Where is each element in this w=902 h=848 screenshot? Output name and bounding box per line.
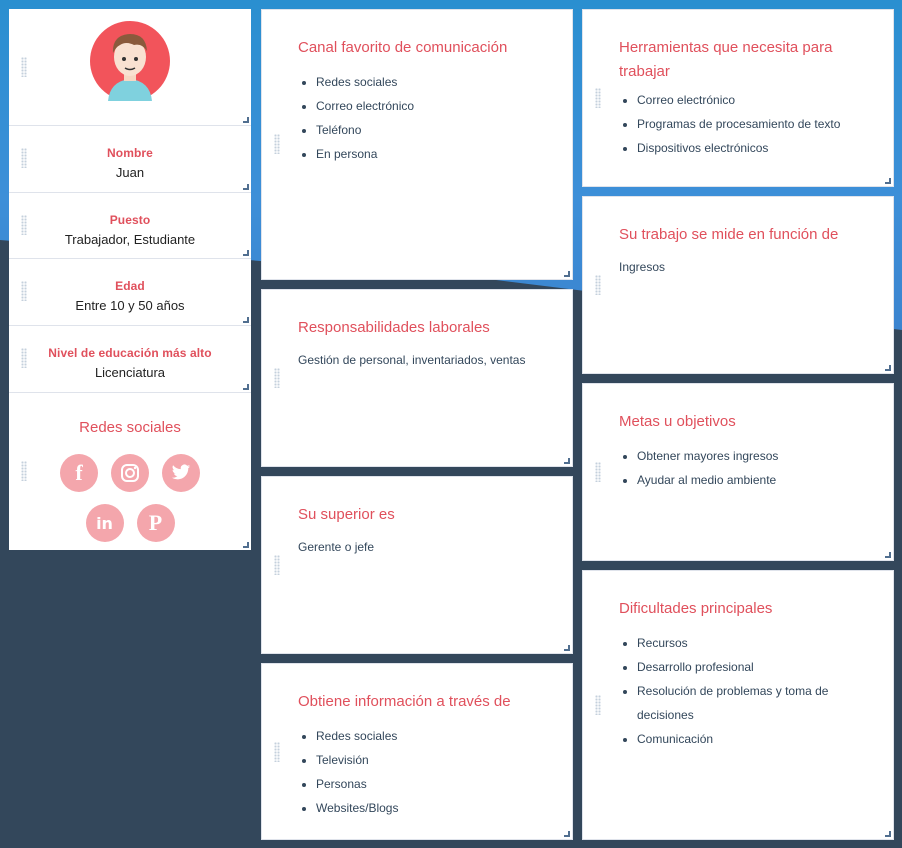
field-label: Nivel de educación más alto	[48, 346, 212, 360]
card-herramientas[interactable]: Herramientas que necesita para trabajar …	[582, 9, 894, 187]
resize-handle-icon[interactable]	[564, 831, 570, 837]
avatar	[90, 21, 170, 101]
field-label: Puesto	[109, 213, 151, 227]
list-item: Recursos	[637, 631, 863, 655]
list-item: Redes sociales	[316, 70, 572, 94]
resize-handle-icon[interactable]	[564, 645, 570, 651]
card-text: Gerente o jefe	[298, 540, 375, 554]
list-item: Programas de procesamiento de texto	[637, 112, 893, 136]
card-title: Dificultades principales	[619, 600, 773, 617]
card-title: Herramientas que necesita para trabajar	[619, 39, 833, 80]
resize-handle-icon[interactable]	[885, 831, 891, 837]
field-label: Edad	[115, 279, 145, 293]
field-value: Trabajador, Estudiante	[64, 232, 196, 247]
list-item: Redes sociales	[316, 724, 572, 748]
social-title: Redes sociales	[79, 419, 181, 436]
resize-handle-icon[interactable]	[243, 384, 249, 390]
resize-handle-icon[interactable]	[885, 552, 891, 558]
list-item: Obtener mayores ingresos	[637, 444, 893, 468]
drag-handle-icon[interactable]	[595, 462, 601, 482]
resize-handle-icon[interactable]	[243, 250, 249, 256]
avatar-cell[interactable]	[9, 9, 251, 126]
field-educacion[interactable]: Nivel de educación más alto Licenciatura	[9, 326, 251, 393]
card-title: Metas u objetivos	[619, 413, 736, 430]
list-item: Televisión	[316, 748, 572, 772]
card-title: Responsabilidades laborales	[298, 319, 490, 336]
card-informacion[interactable]: Obtiene información a través de Redes so…	[261, 663, 573, 840]
card-title: Su superior es	[298, 506, 395, 523]
linkedin-icon[interactable]: in	[85, 504, 124, 542]
drag-handle-icon[interactable]	[274, 742, 280, 762]
list-item: Resolución de problemas y toma de decisi…	[637, 679, 863, 727]
card-medicion[interactable]: Su trabajo se mide en función de Ingreso…	[582, 196, 894, 374]
instagram-icon[interactable]	[111, 454, 149, 492]
drag-handle-icon[interactable]	[21, 215, 27, 235]
card-canal-comunicacion[interactable]: Canal favorito de comunicación Redes soc…	[261, 9, 573, 280]
drag-handle-icon[interactable]	[595, 275, 601, 295]
resize-handle-icon[interactable]	[885, 365, 891, 371]
list-item: Desarrollo profesional	[637, 655, 863, 679]
list-item: En persona	[316, 142, 572, 166]
drag-handle-icon[interactable]	[595, 695, 601, 715]
card-list: Obtener mayores ingresos Ayudar al medio…	[637, 444, 893, 492]
drag-handle-icon[interactable]	[21, 281, 27, 301]
resize-handle-icon[interactable]	[885, 178, 891, 184]
field-value: Licenciatura	[94, 365, 166, 380]
card-list: Recursos Desarrollo profesional Resoluci…	[637, 631, 863, 751]
list-item: Correo electrónico	[637, 88, 893, 112]
resize-handle-icon[interactable]	[243, 184, 249, 190]
field-value: Entre 10 y 50 años	[75, 298, 185, 313]
resize-handle-icon[interactable]	[243, 317, 249, 323]
card-list: Redes sociales Correo electrónico Teléfo…	[316, 70, 572, 166]
drag-handle-icon[interactable]	[274, 134, 280, 154]
drag-handle-icon[interactable]	[274, 555, 280, 575]
pinterest-icon[interactable]: P	[136, 504, 175, 542]
field-puesto[interactable]: Puesto Trabajador, Estudiante	[9, 193, 251, 259]
resize-handle-icon[interactable]	[564, 271, 570, 277]
drag-handle-icon[interactable]	[21, 461, 27, 481]
drag-handle-icon[interactable]	[21, 148, 27, 168]
card-dificultades[interactable]: Dificultades principales Recursos Desarr…	[582, 570, 894, 840]
resize-handle-icon[interactable]	[243, 542, 249, 548]
list-item: Teléfono	[316, 118, 572, 142]
card-metas[interactable]: Metas u objetivos Obtener mayores ingres…	[582, 383, 894, 561]
drag-handle-icon[interactable]	[21, 57, 27, 77]
card-list: Correo electrónico Programas de procesam…	[637, 88, 893, 160]
social-cell[interactable]: Redes sociales f in P	[9, 393, 251, 550]
list-item: Websites/Blogs	[316, 796, 572, 820]
field-value: Juan	[115, 165, 145, 180]
list-item: Correo electrónico	[316, 94, 572, 118]
card-superior[interactable]: Su superior es Gerente o jefe	[261, 476, 573, 654]
card-title: Su trabajo se mide en función de	[619, 226, 839, 243]
card-text: Gestión de personal, inventariados, vent…	[298, 353, 526, 367]
drag-handle-icon[interactable]	[274, 368, 280, 388]
resize-handle-icon[interactable]	[243, 117, 249, 123]
field-label: Nombre	[107, 146, 153, 160]
card-list: Redes sociales Televisión Personas Websi…	[316, 724, 572, 820]
list-item: Comunicación	[637, 727, 863, 751]
drag-handle-icon[interactable]	[595, 88, 601, 108]
resize-handle-icon[interactable]	[564, 458, 570, 464]
list-item: Ayudar al medio ambiente	[637, 468, 893, 492]
card-title: Obtiene información a través de	[298, 693, 511, 710]
facebook-icon[interactable]: f	[60, 454, 98, 492]
card-responsabilidades[interactable]: Responsabilidades laborales Gestión de p…	[261, 289, 573, 467]
list-item: Dispositivos electrónicos	[637, 136, 893, 160]
card-title: Canal favorito de comunicación	[298, 39, 508, 56]
card-text: Ingresos	[619, 260, 666, 274]
field-edad[interactable]: Edad Entre 10 y 50 años	[9, 259, 251, 326]
field-nombre[interactable]: Nombre Juan	[9, 126, 251, 193]
profile-column: Nombre Juan Puesto Trabajador, Estudiant…	[9, 9, 251, 550]
twitter-icon[interactable]	[162, 454, 200, 492]
drag-handle-icon[interactable]	[21, 348, 27, 368]
list-item: Personas	[316, 772, 572, 796]
